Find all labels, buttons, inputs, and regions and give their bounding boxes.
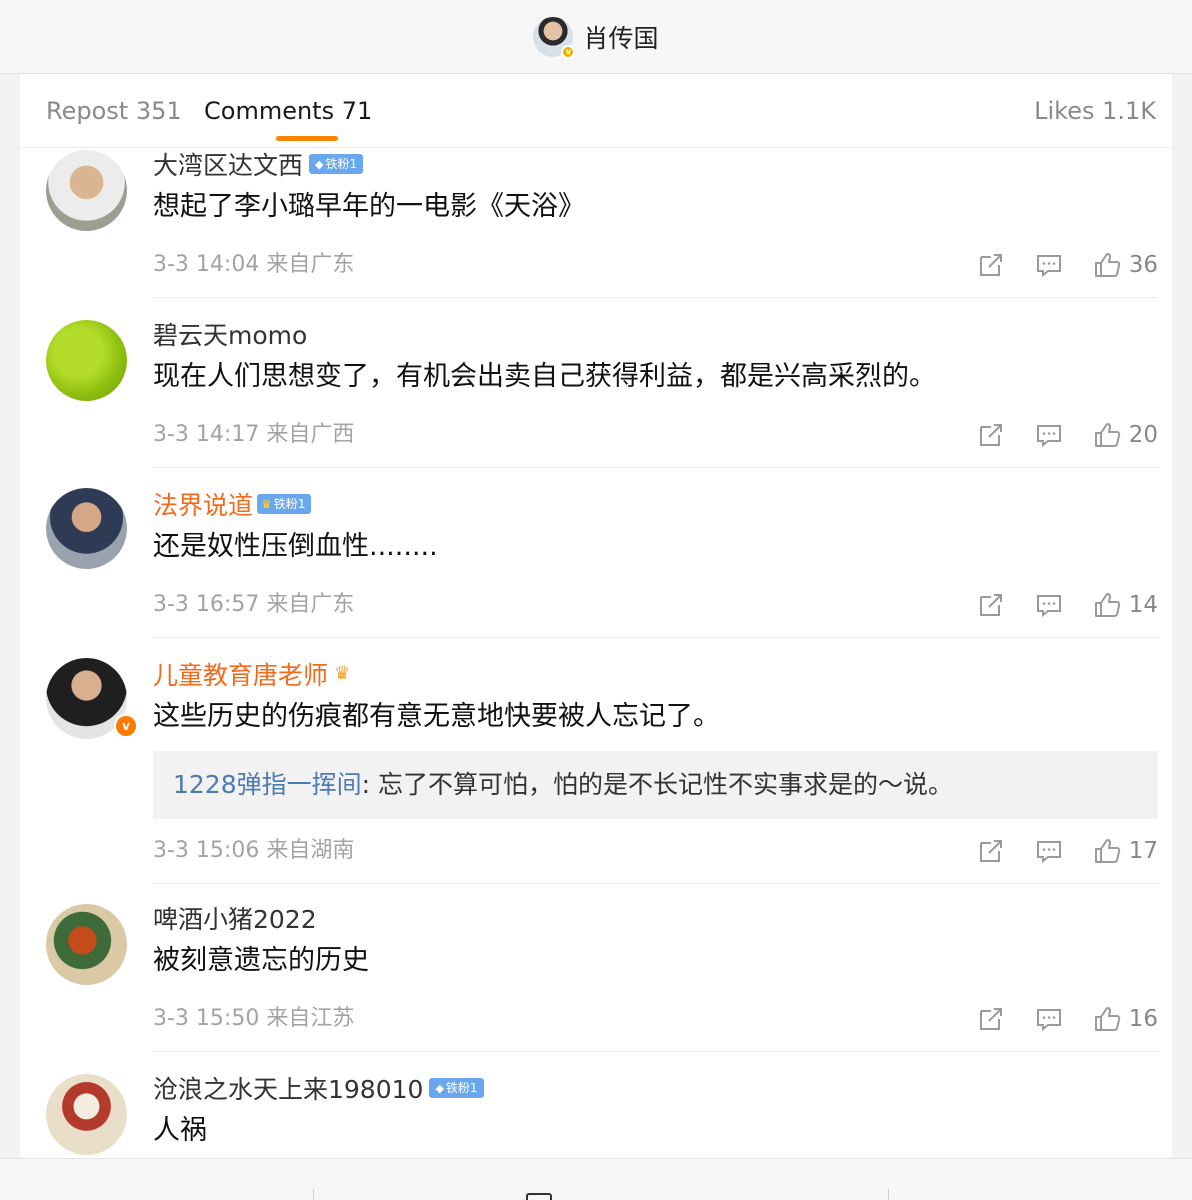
post-header: v 肖传国 bbox=[0, 0, 1192, 74]
comments-panel: Repost 351 Comments 71 Likes 1.1K 大湾区达文西… bbox=[20, 74, 1172, 1158]
bottom-action-bar bbox=[0, 1158, 1192, 1200]
fan-badge-label: 铁粉1 bbox=[325, 157, 358, 171]
like-count: 20 bbox=[1128, 422, 1158, 448]
verified-v-icon: v bbox=[561, 44, 576, 59]
active-tab-indicator bbox=[276, 136, 338, 141]
fan-badge-label: 铁粉1 bbox=[273, 497, 306, 511]
comment-icon[interactable] bbox=[1035, 421, 1063, 449]
comment-item: v 儿童教育唐老师 ♛ 这些历史的伤痕都有意无意地快要被人忘记了。 1228弹指一… bbox=[20, 658, 1172, 884]
comment-actions: 20 bbox=[977, 420, 1158, 450]
divider bbox=[313, 1189, 314, 1200]
divider bbox=[153, 637, 1158, 638]
comment-meta: 3-3 16:57 来自广东 bbox=[153, 592, 355, 617]
fan-badge: ◆ 铁粉1 bbox=[429, 1078, 484, 1098]
divider bbox=[153, 467, 1158, 468]
avatar[interactable] bbox=[46, 1074, 127, 1155]
comment-username[interactable]: 儿童教育唐老师 bbox=[153, 661, 328, 690]
comment-username[interactable]: 大湾区达文西 bbox=[153, 151, 303, 180]
reply-text: : 忘了不算可怕，怕的是不长记性不实事求是的～说。 bbox=[361, 770, 953, 799]
comment-username[interactable]: 碧云天momo bbox=[153, 320, 307, 352]
author-name[interactable]: 肖传国 bbox=[583, 19, 658, 55]
like-count: 16 bbox=[1128, 1006, 1158, 1032]
comment-meta: 3-3 14:17 来自广西 bbox=[153, 422, 355, 447]
fan-badge: ◆ 铁粉1 bbox=[309, 154, 364, 174]
comment-meta: 3-3 14:04 来自广东 bbox=[153, 252, 355, 277]
comment-actions: 14 bbox=[977, 590, 1158, 620]
like-count: 36 bbox=[1128, 252, 1158, 278]
comment-actions: 36 bbox=[977, 250, 1158, 280]
comment-item: 大湾区达文西 ◆ 铁粉1 想起了李小璐早年的一电影《天浴》 3-3 14:04 来自… bbox=[20, 148, 1172, 318]
comment-text: 还是奴性压倒血性........ bbox=[153, 531, 438, 562]
like-count: 17 bbox=[1128, 838, 1158, 864]
comment-actions: 17 bbox=[977, 836, 1158, 866]
reply-username[interactable]: 1228弹指一挥间 bbox=[173, 770, 362, 799]
comment-meta: 3-3 15:50 来自江苏 bbox=[153, 1006, 355, 1031]
divider bbox=[888, 1189, 889, 1200]
avatar[interactable] bbox=[46, 488, 127, 569]
fan-badge-label: 铁粉1 bbox=[445, 1081, 478, 1095]
divider bbox=[153, 1051, 1158, 1052]
crown-icon: ♛ bbox=[334, 663, 351, 684]
thumbs-up-icon[interactable] bbox=[1093, 421, 1121, 449]
comment-text: 人祸 bbox=[153, 1115, 207, 1146]
comment-icon[interactable] bbox=[526, 1193, 552, 1200]
comment-actions: 16 bbox=[977, 1004, 1158, 1034]
comment-username[interactable]: 法界说道 bbox=[153, 491, 253, 520]
share-icon[interactable] bbox=[977, 837, 1005, 865]
comment-username[interactable]: 沧浪之水天上来198010 bbox=[153, 1075, 423, 1104]
share-icon[interactable] bbox=[977, 591, 1005, 619]
divider bbox=[153, 883, 1158, 884]
comment-icon[interactable] bbox=[1035, 251, 1063, 279]
like-count: 14 bbox=[1128, 592, 1158, 618]
avatar[interactable] bbox=[46, 150, 127, 231]
divider bbox=[153, 297, 1158, 298]
tab-likes[interactable]: Likes 1.1K bbox=[1034, 96, 1156, 126]
comment-icon[interactable] bbox=[1035, 837, 1063, 865]
avatar[interactable] bbox=[46, 904, 127, 985]
comment-text: 现在人们思想变了，有机会出卖自己获得利益，都是兴高采烈的。 bbox=[153, 361, 936, 392]
comment-item: 啤酒小猪2022 被刻意遗忘的历史 3-3 15:50 来自江苏 16 bbox=[20, 900, 1172, 1070]
fan-badge: ♛ 铁粉1 bbox=[257, 494, 312, 514]
avatar[interactable] bbox=[46, 320, 127, 401]
share-icon[interactable] bbox=[977, 251, 1005, 279]
thumbs-up-icon[interactable] bbox=[1093, 251, 1121, 279]
reply-preview[interactable]: 1228弹指一挥间: 忘了不算可怕，怕的是不长记性不实事求是的～说。 bbox=[153, 751, 1158, 819]
diamond-icon: ◆ bbox=[315, 158, 324, 171]
thumbs-up-icon[interactable] bbox=[1093, 837, 1121, 865]
comment-item: 法界说道 ♛ 铁粉1 还是奴性压倒血性........ 3-3 16:57 来自广东… bbox=[20, 488, 1172, 658]
comment-text: 这些历史的伤痕都有意无意地快要被人忘记了。 bbox=[153, 701, 720, 732]
share-icon[interactable] bbox=[977, 1005, 1005, 1033]
comment-text: 被刻意遗忘的历史 bbox=[153, 945, 369, 976]
comment-username[interactable]: 啤酒小猪2022 bbox=[153, 904, 317, 936]
diamond-icon: ◆ bbox=[435, 1082, 444, 1095]
tab-comments[interactable]: Comments 71 bbox=[204, 96, 372, 126]
author-avatar[interactable]: v bbox=[533, 16, 576, 59]
verified-v-icon: v bbox=[114, 714, 138, 738]
comment-item: 沧浪之水天上来198010 ◆ 铁粉1 人祸 bbox=[20, 1070, 1172, 1158]
comment-item: 碧云天momo 现在人们思想变了，有机会出卖自己获得利益，都是兴高采烈的。 3-… bbox=[20, 318, 1172, 488]
thumbs-up-icon[interactable] bbox=[1093, 591, 1121, 619]
share-icon[interactable] bbox=[977, 421, 1005, 449]
crown-icon: ♛ bbox=[261, 497, 272, 511]
comment-meta: 3-3 15:06 来自湖南 bbox=[153, 838, 355, 863]
comment-icon[interactable] bbox=[1035, 1005, 1063, 1033]
tab-repost[interactable]: Repost 351 bbox=[46, 96, 182, 126]
tab-bar: Repost 351 Comments 71 Likes 1.1K bbox=[20, 74, 1172, 148]
comment-text: 想起了李小璐早年的一电影《天浴》 bbox=[153, 191, 585, 222]
thumbs-up-icon[interactable] bbox=[1093, 1005, 1121, 1033]
comment-icon[interactable] bbox=[1035, 591, 1063, 619]
